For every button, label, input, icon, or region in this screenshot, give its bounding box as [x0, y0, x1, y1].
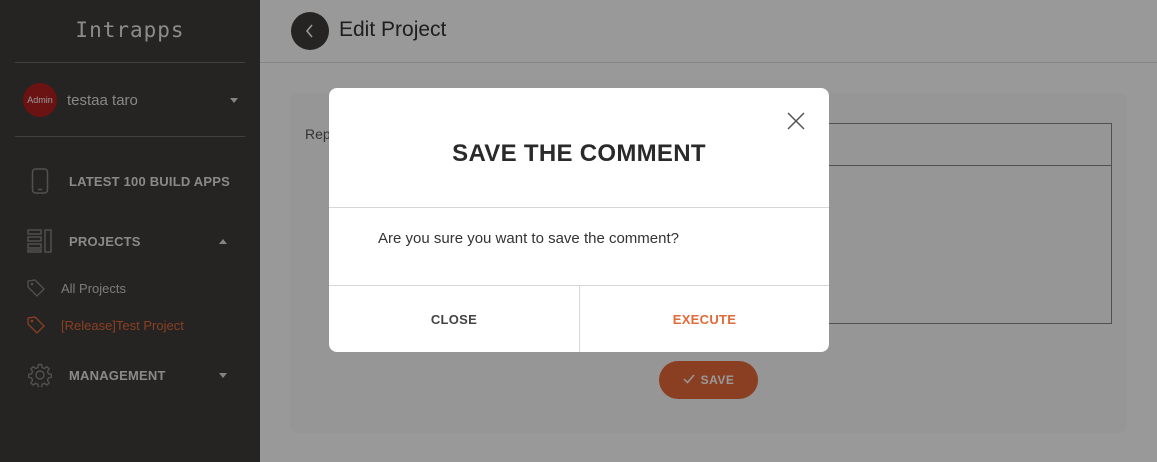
dialog-message: Are you sure you want to save the commen… — [378, 230, 679, 247]
close-button[interactable]: CLOSE — [329, 286, 579, 352]
divider — [329, 207, 829, 208]
dialog-title: SAVE THE COMMENT — [452, 140, 706, 167]
confirm-dialog: SAVE THE COMMENT Are you sure you want t… — [329, 88, 829, 352]
close-icon[interactable] — [783, 108, 809, 134]
execute-button[interactable]: EXECUTE — [579, 286, 829, 352]
